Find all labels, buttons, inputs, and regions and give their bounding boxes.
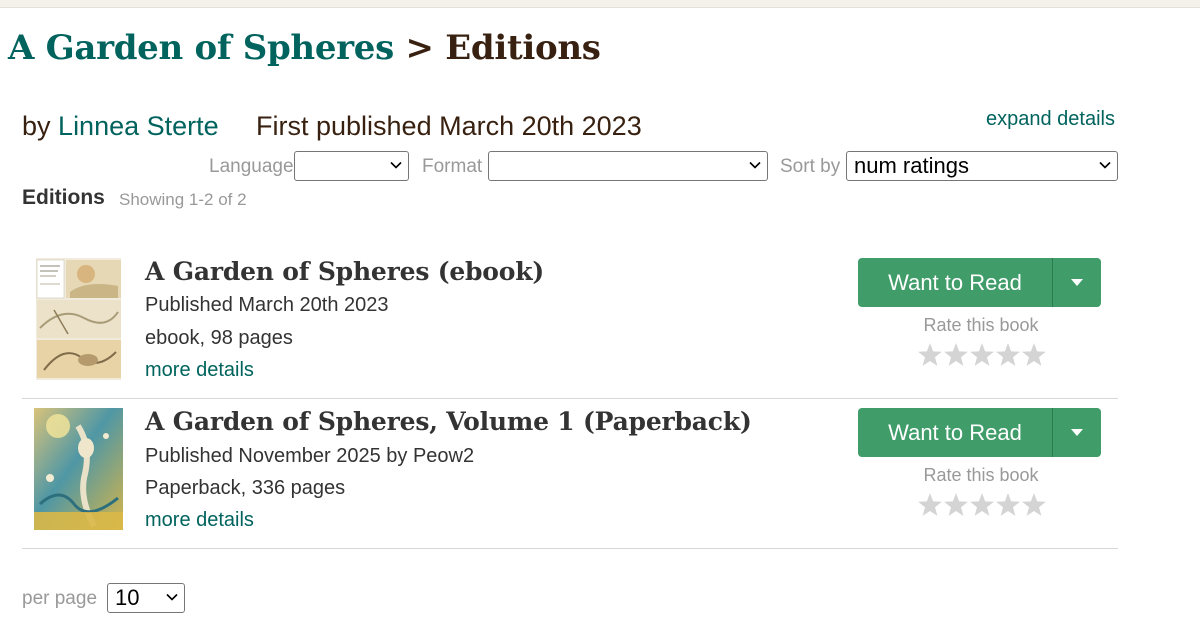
by-label: by [22,111,51,141]
want-to-read-label[interactable]: Want to Read [858,258,1052,307]
per-page-value: 10 [115,585,140,610]
sort-select[interactable]: num ratings [846,151,1118,181]
want-to-read-button[interactable]: Want to Read [858,258,1101,307]
edition-title[interactable]: A Garden of Spheres (ebook) [145,257,544,286]
caret-down-icon [1071,279,1083,286]
rate-this-book-label: Rate this book [923,465,1039,485]
edition-format: ebook, 98 pages [145,327,293,349]
star-icon[interactable] [943,492,969,518]
want-to-read-label[interactable]: Want to Read [858,408,1052,457]
book-title-link[interactable]: A Garden of Spheres [8,28,394,68]
chevron-down-icon [166,593,178,601]
format-select[interactable] [488,151,768,181]
sort-label: Sort by [780,156,841,177]
more-details-link[interactable]: more details [145,359,254,382]
page-title: A Garden of Spheres > Editions [8,28,601,68]
edition-published: Published November 2025 by Peow2 [145,445,475,467]
shelf-dropdown-button[interactable] [1053,258,1101,307]
chevron-down-icon [749,161,761,169]
row-divider [22,398,1118,399]
sort-value: num ratings [854,153,969,178]
chevron-down-icon [390,161,402,169]
star-icon[interactable] [995,492,1021,518]
star-icon[interactable] [995,342,1021,368]
author-link[interactable]: Linnea Sterte [58,111,219,141]
chevron-down-icon [1099,161,1111,169]
expand-details-link[interactable]: expand details [986,108,1115,131]
star-icon[interactable] [917,342,943,368]
section-title: Editions [445,28,601,68]
star-rating[interactable] [917,342,1049,368]
edition-published: Published March 20th 2023 [145,294,389,316]
star-icon[interactable] [969,492,995,518]
edition-format: Paperback, 336 pages [145,477,346,499]
first-published: First published March 20th 2023 [256,111,642,141]
language-select[interactable] [294,151,409,181]
edition-title[interactable]: A Garden of Spheres, Volume 1 (Paperback… [145,407,752,436]
caret-down-icon [1071,429,1083,436]
star-rating[interactable] [917,492,1049,518]
per-page-select[interactable]: 10 [107,583,185,613]
per-page-label: per page [22,588,98,609]
book-cover-image[interactable] [34,258,123,380]
more-details-link[interactable]: more details [145,509,254,532]
language-label: Language [209,156,294,177]
rate-this-book-label: Rate this book [923,315,1039,335]
row-divider [22,548,1118,549]
star-icon[interactable] [969,342,995,368]
star-icon[interactable] [943,342,969,368]
showing-count: Showing 1-2 of 2 [119,190,247,209]
byline: by Linnea Sterte [22,111,219,142]
star-icon[interactable] [917,492,943,518]
title-separator: > [405,28,435,68]
format-label: Format [422,156,483,177]
want-to-read-button[interactable]: Want to Read [858,408,1101,457]
book-cover-image[interactable] [34,408,123,530]
star-icon[interactable] [1021,342,1047,368]
star-icon[interactable] [1021,492,1047,518]
editions-heading: Editions [22,186,105,209]
shelf-dropdown-button[interactable] [1053,408,1101,457]
top-bar [0,0,1200,8]
